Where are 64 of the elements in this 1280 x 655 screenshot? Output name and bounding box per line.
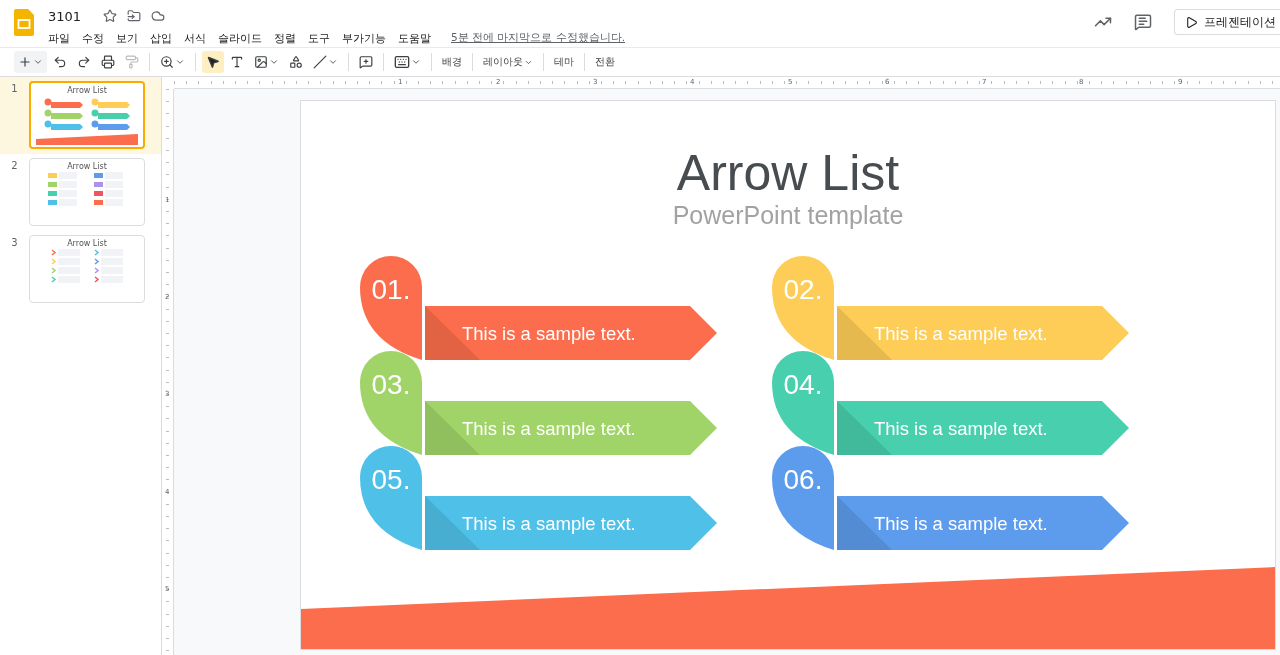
menu-item[interactable]: 정렬 [274,30,302,46]
slide-number: 1 [10,82,19,94]
caret-icon [33,57,43,67]
menu-item[interactable]: 도구 [308,30,336,46]
pointer-icon [206,55,220,69]
menu-item[interactable]: 서식 [184,30,212,46]
item-text: This is a sample text. [873,323,1048,344]
present-button[interactable]: 프레젠테이션 [1174,9,1280,35]
play-icon [1185,15,1198,29]
item-number: 05. [371,464,410,495]
toolbar-text-button[interactable]: 테마 [550,51,578,73]
slide-subtitle: PowerPoint template [672,200,904,230]
item-text: This is a sample text. [873,513,1048,534]
slide-number: 2 [10,159,19,171]
shapes-icon [289,55,303,69]
add-comment-icon [359,55,373,69]
printer-icon [101,55,115,69]
menu-item[interactable]: 슬라이드 [218,30,268,46]
undo-icon [53,55,67,69]
thumbnail-title: Arrow List [67,162,107,171]
item-text: This is a sample text. [461,323,636,344]
item-number: 02. [783,274,822,305]
menu-item[interactable]: 삽입 [150,30,178,46]
menu-item[interactable]: 부가기능 [342,30,392,46]
menu-item[interactable]: 파일 [48,30,76,46]
slide-thumbnail[interactable]: Arrow List [29,235,145,303]
image-icon [254,55,268,69]
slide-thumbnail[interactable]: Arrow List [29,81,145,149]
caret-icon [175,57,185,67]
paint-roller-icon [125,55,139,69]
slide-number: 3 [10,236,19,248]
folder-icon[interactable] [127,9,142,23]
text-box-icon [230,55,244,69]
line-icon [313,55,327,69]
toolbar-text-button[interactable]: 배경 [438,51,466,73]
plus-icon [18,55,32,69]
thumbnail-title: Arrow List [67,86,107,95]
item-number: 03. [371,369,410,400]
item-number: 04. [783,369,822,400]
cloud-icon[interactable] [151,9,166,23]
item-text: This is a sample text. [461,418,636,439]
select-button[interactable] [202,51,224,73]
caret-icon [269,57,279,67]
menu-item[interactable]: 보기 [116,30,144,46]
comment-icon[interactable] [1134,13,1152,31]
thumbnail-title: Arrow List [67,239,107,248]
item-number: 01. [371,274,410,305]
item-number: 06. [783,464,822,495]
zoom-icon [160,55,174,69]
keyboard-icon [394,54,410,70]
last-edit-link[interactable]: 5분 전에 마지막으로 수정했습니다. [451,31,626,45]
document-title[interactable]: 3101 [48,8,82,24]
redo-icon [77,55,91,69]
item-text: This is a sample text. [461,513,636,534]
menu-item[interactable]: 수정 [82,30,110,46]
slide-title: Arrow List [676,144,900,203]
item-text: This is a sample text. [873,418,1048,439]
toolbar-text-button[interactable]: 전환 [591,51,619,73]
menu-item[interactable]: 도움말 [398,30,437,46]
slide-thumbnail[interactable]: Arrow List [29,158,145,226]
caret-icon [411,57,421,67]
caret-icon [328,57,338,67]
star-icon[interactable] [103,9,118,23]
toolbar-text-button[interactable]: 레이아웃 [479,51,537,73]
